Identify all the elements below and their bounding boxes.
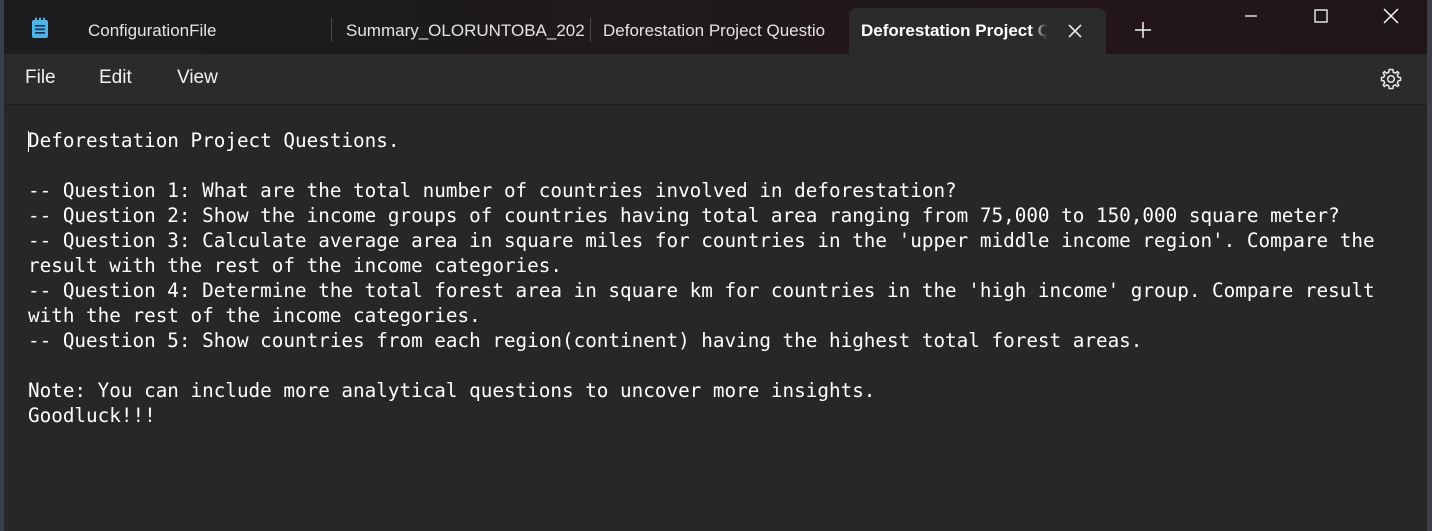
text-line: Deforestation Project Questions.: [28, 129, 400, 152]
tab-deforestation-project-active[interactable]: Deforestation Project Q: [849, 8, 1106, 54]
text-line: -- Question 2: Show the income groups of…: [28, 204, 1340, 227]
minimize-button[interactable]: [1216, 0, 1286, 32]
text-line: result with the rest of the income categ…: [28, 254, 562, 277]
tab-divider: [331, 18, 332, 42]
menu-view[interactable]: View: [173, 67, 222, 89]
document-text[interactable]: Deforestation Project Questions. -- Ques…: [28, 128, 1375, 428]
text-editor[interactable]: Deforestation Project Questions. -- Ques…: [4, 105, 1427, 531]
text-line: with the rest of the income categories.: [28, 304, 481, 327]
maximize-button[interactable]: [1286, 0, 1356, 32]
minimize-icon: [1245, 15, 1257, 17]
tab-label: Deforestation Project Questio: [603, 21, 826, 40]
tab-label: Deforestation Project Q: [861, 21, 1047, 40]
tab-configurationfile[interactable]: ConfigurationFile: [88, 8, 328, 54]
close-tab-icon[interactable]: [1064, 20, 1086, 42]
tab-deforestation-questions[interactable]: Deforestation Project Questio: [603, 8, 843, 54]
text-line: [28, 353, 1375, 378]
text-line: -- Question 4: Determine the total fores…: [28, 279, 1375, 302]
tab-summary[interactable]: Summary_OLORUNTOBA_202: [346, 8, 586, 54]
text-line: Note: You can include more analytical qu…: [28, 379, 876, 402]
maximize-icon: [1314, 9, 1328, 23]
notepad-icon: [32, 17, 48, 38]
tab-label: ConfigurationFile: [88, 21, 217, 40]
close-window-button[interactable]: [1356, 0, 1426, 32]
window-border: [1427, 0, 1432, 531]
tab-divider: [590, 18, 591, 42]
text-line: -- Question 3: Calculate average area in…: [28, 229, 1375, 252]
notepad-window: ConfigurationFile Summary_OLORUNTOBA_202…: [0, 0, 1432, 531]
menu-file[interactable]: File: [21, 67, 60, 89]
menu-edit[interactable]: Edit: [95, 67, 136, 89]
close-icon: [1383, 8, 1399, 24]
text-line: Goodluck!!!: [28, 404, 156, 427]
tab-label: Summary_OLORUNTOBA_202: [346, 21, 584, 40]
plus-icon[interactable]: [1132, 19, 1154, 41]
menu-bar: File Edit View: [4, 54, 1427, 105]
text-line: [28, 153, 1375, 178]
gear-icon[interactable]: [1379, 67, 1403, 91]
title-bar[interactable]: ConfigurationFile Summary_OLORUNTOBA_202…: [4, 0, 1427, 54]
text-line: -- Question 1: What are the total number…: [28, 179, 957, 202]
text-line: -- Question 5: Show countries from each …: [28, 329, 1143, 352]
